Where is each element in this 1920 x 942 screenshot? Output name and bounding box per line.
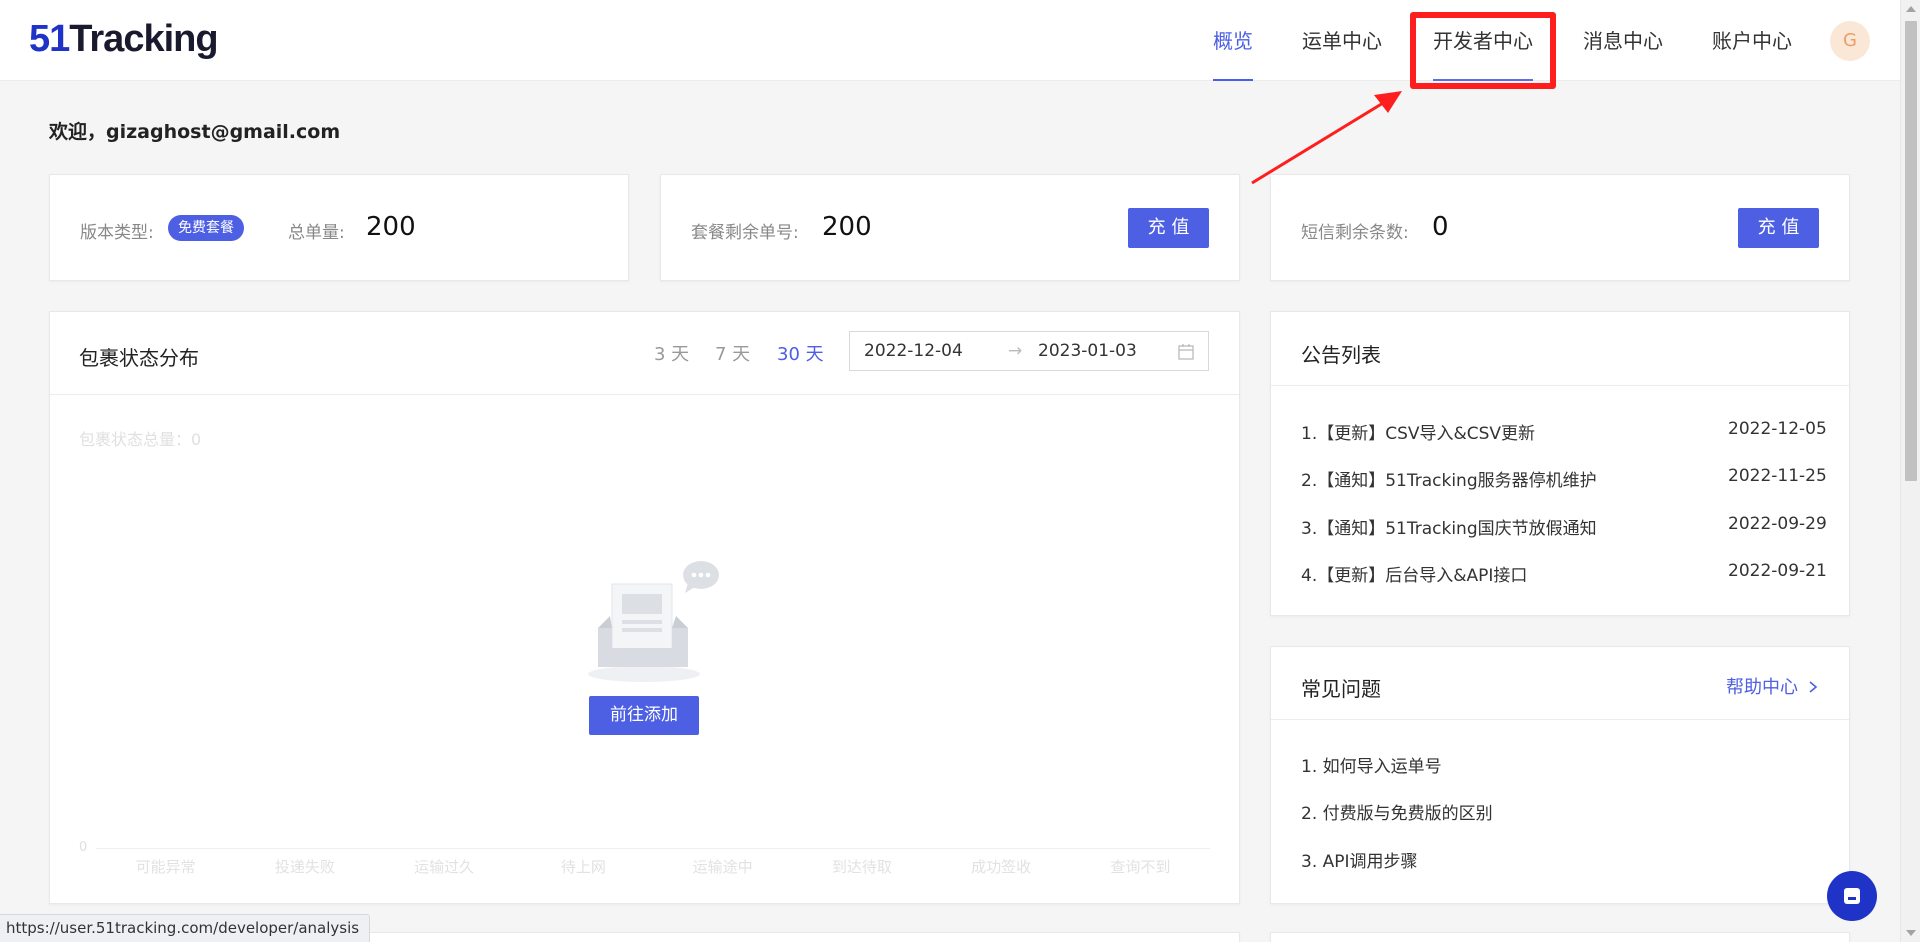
range-30-days[interactable]: 30 天 [777,340,824,366]
plan-badge: 免费套餐 [168,215,244,241]
avatar[interactable]: G [1830,21,1870,61]
chat-support-button[interactable] [1827,871,1877,921]
logo[interactable]: 51Tracking [29,18,219,61]
date-separator-arrow: → [1008,341,1023,361]
end-date[interactable]: 2023-01-03 [1038,341,1137,361]
scroll-down-icon[interactable] [1906,930,1916,936]
calendar-icon [1178,344,1194,360]
x-axis-category-label: 查询不到 [1110,858,1171,876]
x-axis-category-label: 到达待取 [831,858,892,876]
faq-title: 常见问题 [1301,677,1381,701]
total-orders-label: 总单量: [288,223,345,243]
vertical-scrollbar[interactable] [1900,0,1920,942]
version-type-label: 版本类型: [80,223,154,243]
next-card-partial [1270,932,1850,942]
recharge-sms-button[interactable]: 充 值 [1738,208,1819,248]
faq-item[interactable]: 3. API调用步骤 [1301,847,1418,872]
announcement-date: 2022-09-21 [1728,561,1827,581]
nav-waybill-center[interactable]: 运单中心 [1302,0,1382,81]
announcement-date: 2022-12-05 [1728,419,1827,439]
card-divider [1271,385,1849,386]
browser-status-url: https://user.51tracking.com/developer/an… [0,914,371,942]
announcement-date: 2022-09-29 [1728,514,1827,534]
recharge-orders-button[interactable]: 充 值 [1128,208,1209,248]
faq-item[interactable]: 2. 付费版与免费版的区别 [1301,799,1493,824]
x-axis-category-label: 可能异常 [135,858,196,876]
remaining-orders-label: 套餐剩余单号: [691,223,799,243]
sms-remaining-label: 短信剩余条数: [1301,223,1409,243]
welcome-text: 欢迎，gizaghost@gmail.com [49,121,341,143]
help-center-link[interactable]: 帮助中心 [1726,673,1818,699]
x-axis-category-label: 待上网 [560,858,606,876]
top-header: 51Tracking 概览 运单中心 开发者中心 消息中心 账户中心 G [0,0,1900,81]
remaining-orders-value: 200 [822,212,872,242]
scroll-up-icon[interactable] [1906,6,1916,12]
announcement-item[interactable]: 3.【通知】51Tracking国庆节放假通知 [1301,514,1597,539]
card-divider [1271,719,1849,720]
start-date[interactable]: 2022-12-04 [864,341,963,361]
package-status-title: 包裹状态分布 [79,346,199,370]
announcement-item[interactable]: 1.【更新】CSV导入&CSV更新 [1301,419,1535,444]
announcements-title: 公告列表 [1301,343,1381,367]
card-divider [50,394,1239,395]
nav-developer-center[interactable]: 开发者中心 [1433,0,1533,81]
nav-overview[interactable]: 概览 [1213,0,1253,81]
faq-item[interactable]: 1. 如何导入运单号 [1301,752,1442,777]
announcement-item[interactable]: 2.【通知】51Tracking服务器停机维护 [1301,466,1597,491]
total-orders-value: 200 [366,212,416,242]
date-range-picker[interactable]: 2022-12-04 → 2023-01-03 [849,331,1209,371]
x-axis-category-label: 运输途中 [692,858,753,876]
x-axis-category-label: 运输过久 [414,858,475,876]
sms-remaining-value: 0 [1432,212,1449,242]
chevron-right-icon [1809,681,1817,693]
x-axis-line [96,848,1210,849]
announcement-date: 2022-11-25 [1728,466,1827,486]
hover-indicator [1433,79,1533,81]
chat-icon [1844,888,1860,904]
announcement-item[interactable]: 4.【更新】后台导入&API接口 [1301,561,1527,586]
active-tab-indicator [1213,79,1253,81]
range-3-days[interactable]: 3 天 [654,340,689,366]
package-total-label: 包裹状态总量：0 [79,430,202,449]
range-7-days[interactable]: 7 天 [715,340,750,366]
y-axis-zero-label: 0 [79,840,88,855]
nav-message-center[interactable]: 消息中心 [1583,0,1663,81]
x-axis-category-label: 成功签收 [971,858,1032,876]
empty-inbox-icon [588,561,719,682]
x-axis-category-label: 投递失败 [274,858,335,876]
scrollbar-thumb[interactable] [1905,21,1917,481]
nav-account-center[interactable]: 账户中心 [1712,0,1792,81]
go-add-button[interactable]: 前往添加 [589,696,699,735]
